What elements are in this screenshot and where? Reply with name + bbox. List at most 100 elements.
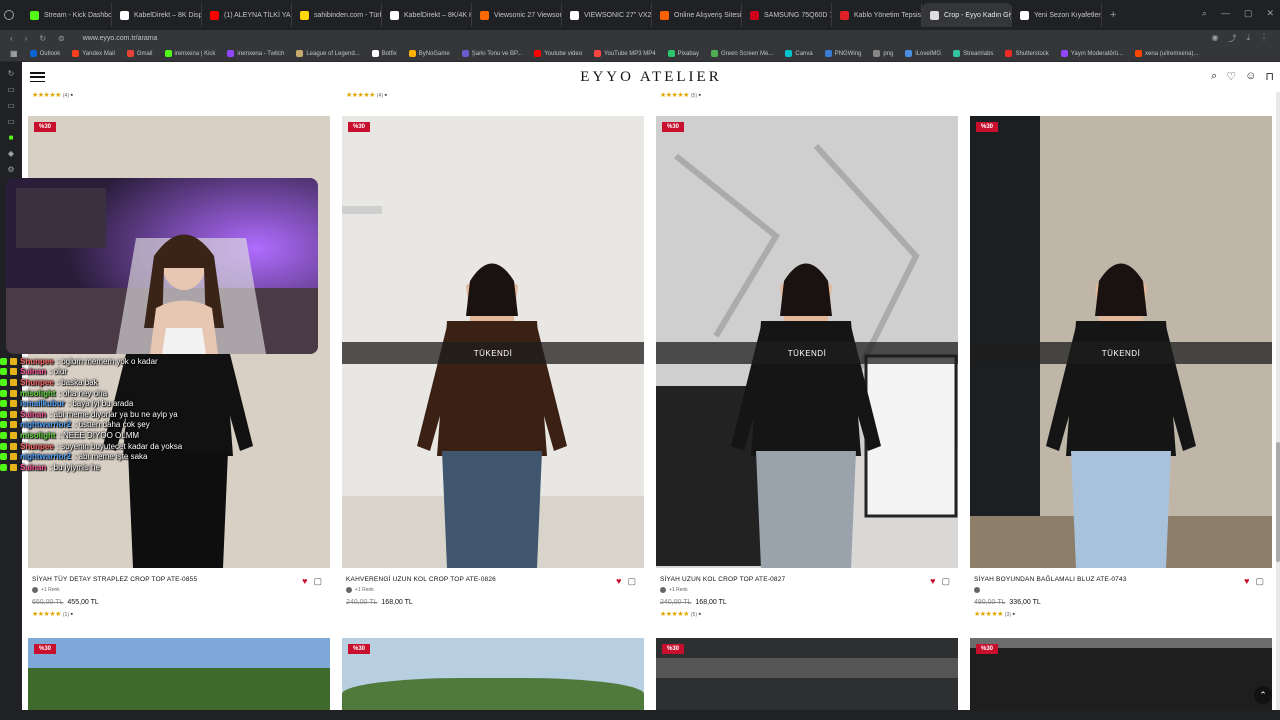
sidebar-note-icon[interactable]: ▭ — [6, 116, 16, 126]
add-to-cart-bag-icon[interactable]: ▢ — [1255, 576, 1264, 587]
browser-tab[interactable]: Kablo Yönetim Tepsisi M — [832, 3, 922, 27]
color-swatch[interactable] — [660, 587, 666, 593]
bookmark-item[interactable]: ByNoGame — [408, 50, 450, 57]
browser-tab[interactable]: KabelDirekt – 8K DisplayP — [112, 3, 202, 27]
account-icon[interactable]: ☺ — [1245, 70, 1256, 83]
bookmark-item[interactable]: PNGWing — [824, 50, 861, 57]
tab-favicon-icon — [660, 10, 669, 20]
add-to-cart-bag-icon[interactable]: ▢ — [627, 576, 636, 587]
add-to-favorites-heart-icon[interactable]: ♥ — [1244, 576, 1249, 587]
product-name[interactable]: KAHVERENGİ UZUN KOL CROP TOP ATE-0826 — [346, 576, 640, 583]
product-image[interactable]: %30 — [342, 638, 644, 710]
bookmark-item[interactable]: xena (u/iremxena)... — [1135, 50, 1198, 57]
product-card[interactable]: %30 — [970, 638, 1272, 710]
bookmark-item[interactable]: iremxena | Kick — [164, 50, 215, 57]
product-card[interactable]: %30 TÜKENDİ SİYAH BOYUNDAN BAĞLAMALI BLUZ … — [970, 116, 1272, 628]
product-card[interactable]: %30 — [656, 638, 958, 710]
browser-tab[interactable]: (1) ALEYNA TİLKİ YALAN — [202, 3, 292, 27]
bookmark-item[interactable]: YouTube MP3 MP4 — [594, 50, 656, 57]
bookmark-item[interactable]: Outlook — [29, 50, 60, 57]
back-icon[interactable]: ‹ — [10, 34, 13, 43]
search-icon[interactable]: ⌕ — [1211, 70, 1217, 83]
add-to-favorites-heart-icon[interactable]: ♥ — [616, 576, 621, 587]
browser-tab[interactable]: SAMSUNG 75Q60D 75 in — [742, 3, 832, 27]
bookmark-item[interactable]: Pixabay — [667, 50, 699, 57]
bookmark-item[interactable]: Youtube video — [534, 50, 582, 57]
forward-icon[interactable]: › — [25, 34, 28, 43]
product-image[interactable]: %30 TÜKENDİ — [970, 116, 1272, 568]
browser-tab[interactable]: Stream - Kick Dashboard — [22, 3, 112, 27]
browser-tab[interactable]: Yeni Sezon Kıyafetler | Se — [1012, 3, 1102, 27]
product-name[interactable]: SİYAH UZUN KOL CROP TOP ATE-0827 — [660, 576, 954, 583]
bookmark-item[interactable]: iremxena - Twitch — [227, 50, 284, 57]
address-bar-actions: ◉ ⤴ ⤓ ⋮ — [1211, 33, 1268, 44]
site-logo[interactable]: EYYO ATELIER — [22, 69, 1280, 86]
browser-tab[interactable]: sahibinden.com - Türkiye — [292, 3, 382, 27]
product-name[interactable]: SİYAH BOYUNDAN BAĞLAMALI BLUZ ATE-0743 — [974, 576, 1268, 583]
product-image[interactable]: %30 — [656, 638, 958, 710]
browser-tab[interactable]: Online Alışveriş Sitesi, Tü — [652, 3, 742, 27]
bookmark-item[interactable]: Canva — [785, 50, 813, 57]
sidebar-kick-icon[interactable]: ■ — [6, 132, 16, 142]
browser-tab[interactable]: Crop - Eyyo Kadın Giyim — [922, 3, 1012, 27]
download-icon[interactable]: ⤓ — [1246, 33, 1250, 44]
bookmark-item[interactable]: Botfix — [371, 50, 397, 57]
profile-icon[interactable] — [4, 10, 14, 20]
browser-tab[interactable]: KabelDirekt – 8K/4K HDMI — [382, 3, 472, 27]
bookmark-item[interactable]: Streamlabs — [953, 50, 993, 57]
sidebar-settings-icon[interactable]: ⚙ — [6, 164, 16, 174]
new-tab-icon[interactable]: + — [1110, 9, 1116, 21]
color-swatch[interactable] — [32, 587, 38, 593]
add-to-cart-bag-icon[interactable]: ▢ — [941, 576, 950, 587]
menu-icon[interactable]: ⋮ — [1260, 33, 1268, 44]
bookmark-item[interactable]: Yayın Moderatörü... — [1060, 50, 1123, 57]
add-to-cart-bag-icon[interactable]: ▢ — [313, 576, 322, 587]
product-image[interactable]: %30 TÜKENDİ — [342, 116, 644, 568]
bookmark-item[interactable]: png — [873, 50, 893, 57]
bookmark-item[interactable]: iLoveIMG — [905, 50, 941, 57]
favorites-icon[interactable]: ♡ — [1226, 70, 1236, 83]
url-field[interactable]: www.eyyo.com.tr/arama — [83, 35, 158, 42]
sidebar-message-icon[interactable]: ▭ — [6, 84, 16, 94]
search-tabs-icon[interactable]: ⌕ — [1202, 8, 1207, 19]
kick-badge-icon — [0, 410, 7, 418]
browser-tab[interactable]: Viewsonic 27 Viewsonic — [472, 3, 562, 27]
bookmark-item[interactable]: Shutterstock — [1005, 50, 1049, 57]
sidebar-chat-icon[interactable]: ▭ — [6, 100, 16, 110]
product-image[interactable]: %30 — [970, 638, 1272, 710]
price-row: 240,00 TL 168,00 TL — [660, 599, 954, 606]
bookmark-item[interactable]: Şarkı Tonu ve BP... — [461, 50, 522, 57]
product-card[interactable]: %30 — [28, 638, 330, 710]
scroll-to-top-button[interactable]: ⌃ — [1254, 686, 1272, 704]
extension-icon[interactable]: ◉ — [1211, 33, 1218, 44]
share-icon[interactable]: ⤴ — [1228, 33, 1236, 44]
sidebar-reload-icon[interactable]: ↻ — [6, 68, 16, 78]
bookmark-item[interactable]: Yandex Mail — [72, 50, 115, 57]
bookmark-item[interactable]: Green Screen Me... — [711, 50, 773, 57]
maximize-icon[interactable]: ▢ — [1244, 8, 1253, 19]
browser-tab[interactable]: VIEWSONIC 27" VX2758 — [562, 3, 652, 27]
scrollbar-thumb[interactable] — [1276, 442, 1280, 562]
cart-icon[interactable]: ⊓ — [1265, 70, 1274, 83]
color-swatch[interactable] — [346, 587, 352, 593]
sidebar-diamond-icon[interactable]: ◆ — [6, 148, 16, 158]
apps-grid-icon[interactable]: ▦ — [10, 49, 18, 58]
site-info-icon[interactable]: ⊜ — [58, 34, 65, 43]
color-swatch[interactable] — [974, 587, 980, 593]
add-to-favorites-heart-icon[interactable]: ♥ — [302, 576, 307, 587]
product-image[interactable]: %30 — [28, 638, 330, 710]
kick-badge-icon — [0, 400, 7, 408]
reload-icon[interactable]: ↻ — [39, 34, 46, 43]
stars-glyphs: ★★★★★ — [32, 611, 61, 618]
product-image[interactable]: %30 TÜKENDİ — [656, 116, 958, 568]
add-to-favorites-heart-icon[interactable]: ♥ — [930, 576, 935, 587]
minimize-icon[interactable]: — — [1221, 8, 1230, 19]
product-card[interactable]: %30 TÜKENDİ KAHVERENGİ UZUN KOL CROP TOP A… — [342, 116, 644, 628]
bookmark-item[interactable]: League of Legend... — [296, 50, 360, 57]
close-window-icon[interactable]: ✕ — [1266, 8, 1274, 19]
product-card[interactable]: %30 TÜKENDİ SİYAH UZUN KOL CROP TOP ATE-08… — [656, 116, 958, 628]
bookmark-item[interactable]: Gmail — [126, 50, 153, 57]
product-card[interactable]: %30 — [342, 638, 644, 710]
product-name[interactable]: SİYAH TÜY DETAY STRAPLEZ CROP TOP ATE-08… — [32, 576, 326, 583]
page-scrollbar[interactable] — [1276, 62, 1280, 710]
